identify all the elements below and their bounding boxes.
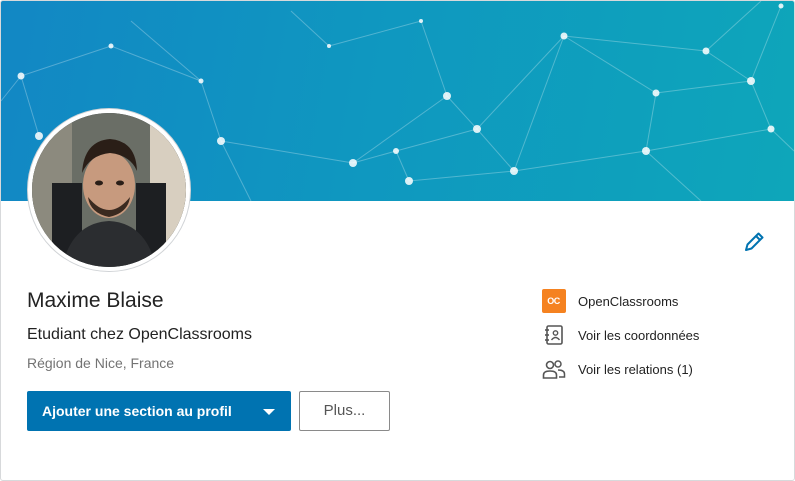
sidebar-item-label: Voir les coordonnées: [578, 327, 700, 343]
sidebar-item-contact-info[interactable]: Voir les coordonnées: [541, 323, 699, 347]
edit-profile-button[interactable]: [741, 229, 767, 255]
company-logo-icon: OC: [541, 289, 566, 313]
profile-photo[interactable]: [28, 109, 190, 271]
person-photo-icon: [32, 113, 186, 267]
add-profile-section-label: Ajouter une section au profil: [42, 403, 232, 419]
profile-name: Maxime Blaise: [27, 289, 164, 312]
profile-location: Région de Nice, France: [27, 355, 175, 371]
add-profile-section-button[interactable]: Ajouter une section au profil: [27, 391, 291, 431]
more-button[interactable]: Plus...: [299, 391, 390, 431]
sidebar-item-label: OpenClassrooms: [578, 293, 679, 309]
pencil-icon: [745, 232, 764, 251]
sidebar-item-label: Voir les relations (1): [578, 361, 693, 377]
sidebar-item-connections[interactable]: Voir les relations (1): [541, 357, 693, 381]
profile-headline: Etudiant chez OpenClassrooms: [27, 326, 252, 343]
caret-down-icon: [263, 409, 275, 415]
profile-card: Maxime Blaise Etudiant chez OpenClassroo…: [0, 0, 795, 481]
sidebar-item-company[interactable]: OC OpenClassrooms: [541, 289, 678, 313]
contact-book-icon: [544, 325, 563, 345]
people-icon: [542, 360, 565, 379]
